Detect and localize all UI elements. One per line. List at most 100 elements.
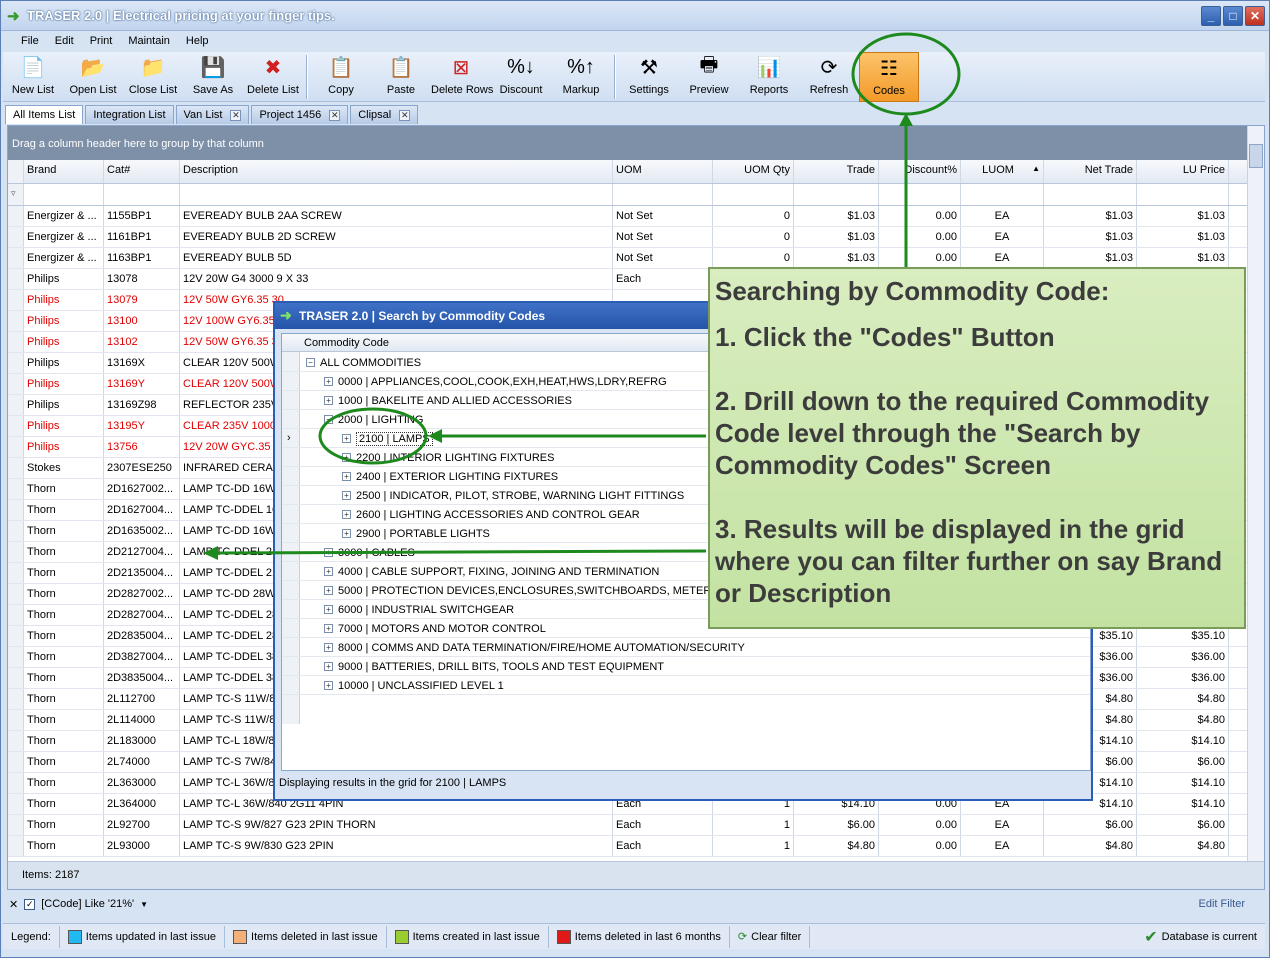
paste-button[interactable]: 📋 Paste [371, 52, 431, 102]
tree-node[interactable]: +1000 | BAKELITE AND ALLIED ACCESSORIES [324, 391, 572, 410]
delete-rows-button[interactable]: ⊠ Delete Rows [431, 52, 493, 102]
row-selector[interactable] [8, 332, 24, 352]
expand-icon[interactable]: + [342, 510, 351, 519]
tab-close-icon[interactable]: ✕ [230, 109, 242, 121]
collapse-icon[interactable]: − [324, 415, 333, 424]
row-selector[interactable] [8, 269, 24, 289]
row-selector[interactable] [8, 311, 24, 331]
menu-help[interactable]: Help [178, 32, 217, 52]
expand-icon[interactable]: + [342, 434, 351, 443]
row-selector[interactable] [8, 563, 24, 583]
tree-node[interactable]: +6000 | INDUSTRIAL SWITCHGEAR [324, 600, 514, 619]
tree-node[interactable]: +2100 | LAMPS [342, 429, 433, 448]
column-header-uom-qty[interactable]: UOM Qty [713, 160, 794, 183]
column-header-trade[interactable]: Trade [794, 160, 879, 183]
save-as-button[interactable]: 💾 Save As [183, 52, 243, 102]
row-selector[interactable] [8, 479, 24, 499]
row-selector[interactable] [8, 647, 24, 667]
refresh-button[interactable]: ⟳ Refresh [799, 52, 859, 102]
tab-van-list[interactable]: Van List ✕ [175, 105, 250, 124]
row-selector[interactable] [8, 542, 24, 562]
expand-icon[interactable]: + [324, 643, 333, 652]
expand-icon[interactable]: + [324, 662, 333, 671]
menu-maintain[interactable]: Maintain [120, 32, 178, 52]
copy-button[interactable]: 📋 Copy [311, 52, 371, 102]
table-row[interactable]: Thorn 2L92700 LAMP TC-S 9W/827 G23 2PIN TH… [8, 815, 1264, 836]
row-selector[interactable] [8, 458, 24, 478]
row-selector[interactable] [8, 227, 24, 247]
new-list-button[interactable]: 📄 New List [3, 52, 63, 102]
row-selector[interactable] [8, 395, 24, 415]
table-row[interactable]: Thorn 2L93000 LAMP TC-S 9W/830 G23 2PIN Eac… [8, 836, 1264, 857]
row-selector[interactable] [8, 668, 24, 688]
row-selector[interactable] [8, 836, 24, 856]
row-selector[interactable] [8, 731, 24, 751]
markup-button[interactable]: %↑ Markup [551, 52, 611, 102]
table-row[interactable]: Energizer & ... 1161BP1 EVEREADY BULB 2D S… [8, 227, 1264, 248]
tab-close-icon[interactable]: ✕ [329, 109, 341, 121]
maximize-button[interactable]: □ [1223, 6, 1243, 26]
preview-button[interactable]: 🖶 Preview [679, 52, 739, 102]
reports-button[interactable]: 📊 Reports [739, 52, 799, 102]
expand-icon[interactable]: + [324, 605, 333, 614]
tree-node[interactable]: +8000 | COMMS AND DATA TERMINATION/FIRE/… [324, 638, 745, 657]
filter-expression[interactable]: [CCode] Like '21%' [41, 898, 134, 910]
delete-list-button[interactable]: ✖ Delete List [243, 52, 303, 102]
clear-filter-button[interactable]: ⟳ Clear filter [730, 925, 811, 948]
row-selector[interactable] [8, 815, 24, 835]
table-row[interactable]: Energizer & ... 1163BP1 EVEREADY BULB 5D No… [8, 248, 1264, 269]
row-selector[interactable] [8, 752, 24, 772]
row-selector[interactable] [8, 710, 24, 730]
group-by-panel[interactable]: Drag a column header here to group by th… [8, 126, 1264, 160]
row-selector[interactable] [8, 605, 24, 625]
column-header-description[interactable]: Description [180, 160, 613, 183]
row-selector[interactable] [8, 794, 24, 814]
tree-node[interactable]: +2600 | LIGHTING ACCESSORIES AND CONTROL… [342, 505, 640, 524]
column-header-brand[interactable]: Brand [24, 160, 104, 183]
tree-node[interactable]: +4000 | CABLE SUPPORT, FIXING, JOINING A… [324, 562, 659, 581]
row-selector[interactable] [8, 416, 24, 436]
row-selector[interactable] [8, 521, 24, 541]
row-selector[interactable] [8, 773, 24, 793]
menu-file[interactable]: File [13, 32, 47, 52]
row-selector[interactable] [8, 290, 24, 310]
expand-icon[interactable]: + [342, 529, 351, 538]
tree-node[interactable]: +0000 | APPLIANCES,COOL,COOK,EXH,HEAT,HW… [324, 372, 667, 391]
expand-icon[interactable]: + [342, 472, 351, 481]
column-header-net-trade[interactable]: Net Trade [1044, 160, 1137, 183]
collapse-icon[interactable]: − [306, 358, 315, 367]
row-selector[interactable] [8, 248, 24, 268]
expand-icon[interactable]: + [324, 396, 333, 405]
row-selector[interactable] [8, 206, 24, 226]
tree-node[interactable]: +3000 | CABLES [324, 543, 415, 562]
discount-button[interactable]: %↓ Discount [491, 52, 551, 102]
row-selector[interactable] [8, 584, 24, 604]
tree-node[interactable]: +2200 | INTERIOR LIGHTING FIXTURES [342, 448, 554, 467]
tree-node[interactable]: +2400 | EXTERIOR LIGHTING FIXTURES [342, 467, 558, 486]
edit-filter-link[interactable]: Edit Filter [1199, 898, 1245, 910]
row-selector[interactable] [8, 374, 24, 394]
row-selector[interactable] [8, 437, 24, 457]
tree-node[interactable]: +9000 | BATTERIES, DRILL BITS, TOOLS AND… [324, 657, 664, 676]
expand-icon[interactable]: + [324, 548, 333, 557]
expand-icon[interactable]: + [324, 377, 333, 386]
column-header-lu-price[interactable]: LU Price [1137, 160, 1229, 183]
expand-icon[interactable]: + [324, 567, 333, 576]
tab-all-items-list[interactable]: All Items List [5, 105, 84, 124]
tree-node[interactable]: −2000 | LIGHTING [324, 410, 423, 429]
settings-button[interactable]: ⚒ Settings [619, 52, 679, 102]
vertical-scrollbar[interactable] [1247, 126, 1264, 861]
menu-print[interactable]: Print [82, 32, 121, 52]
tree-node[interactable]: +10000 | UNCLASSIFIED LEVEL 1 [324, 676, 504, 695]
close-button[interactable]: ✕ [1245, 6, 1265, 26]
expand-icon[interactable]: + [342, 491, 351, 500]
row-selector[interactable] [8, 689, 24, 709]
tree-node[interactable]: +2900 | PORTABLE LIGHTS [342, 524, 490, 543]
tree-node[interactable]: − ALL COMMODITIES [306, 353, 421, 372]
column-header-uom[interactable]: UOM [613, 160, 713, 183]
tab-close-icon[interactable]: ✕ [399, 109, 411, 121]
expand-icon[interactable]: + [324, 586, 333, 595]
row-selector[interactable] [8, 500, 24, 520]
column-header-cat-[interactable]: Cat# [104, 160, 180, 183]
filter-row[interactable]: ▿ [8, 184, 1264, 206]
